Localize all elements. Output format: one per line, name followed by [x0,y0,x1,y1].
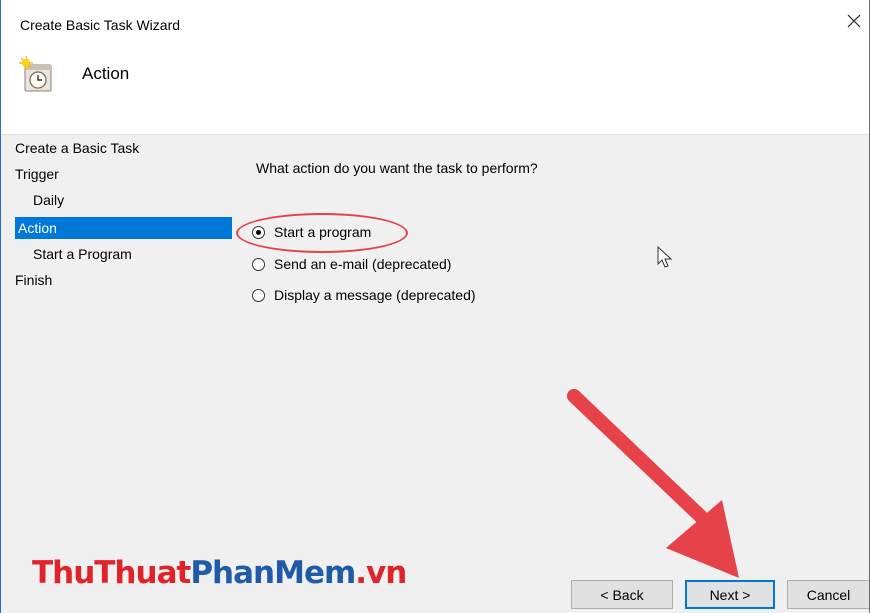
page-title: Action [82,64,130,83]
cancel-button[interactable]: Cancel [787,580,870,609]
window-border [0,0,1,613]
radio-button[interactable] [252,288,265,302]
radio-label: Display a message (deprecated) [274,287,476,303]
watermark-logo: ThuThuatPhanMem.vn [32,555,407,591]
nav-step-finish[interactable]: Finish [15,269,52,291]
next-button[interactable]: Next > [685,580,775,609]
watermark-part-2: PhanMem [190,555,356,591]
wizard-window: Create Basic Task Wizard Action Create a… [0,0,870,613]
watermark-part-3: .vn [355,555,407,591]
watermark-part-1: ThuThuat [32,555,191,591]
nav-step-trigger[interactable]: Trigger [15,163,59,185]
nav-step-start-a-program[interactable]: Start a Program [33,243,132,265]
radio-button-checked[interactable] [252,225,265,239]
radio-start-program[interactable]: Start a program [252,221,371,243]
wizard-content: What action do you want the task to perf… [240,135,868,575]
radio-display-message[interactable]: Display a message (deprecated) [252,284,476,306]
nav-step-daily[interactable]: Daily [33,189,64,211]
close-icon [847,14,861,28]
mouse-pointer-icon [657,246,673,268]
nav-step-action[interactable]: Action [15,217,232,239]
close-button[interactable] [839,6,869,36]
radio-label: Start a program [274,224,372,240]
window-title: Create Basic Task Wizard [20,17,181,33]
radio-label: Send an e-mail (deprecated) [274,256,452,272]
radio-send-email[interactable]: Send an e-mail (deprecated) [252,253,451,275]
task-scheduler-icon [19,56,52,92]
action-question: What action do you want the task to perf… [256,160,538,176]
title-bar: Create Basic Task Wizard [1,0,869,50]
nav-step-create-basic-task[interactable]: Create a Basic Task [15,137,139,159]
radio-button[interactable] [252,257,265,271]
wizard-steps-nav: Create a Basic Task Trigger Daily Action… [1,135,237,613]
wizard-header: Action [1,50,869,135]
back-button[interactable]: < Back [571,580,673,609]
